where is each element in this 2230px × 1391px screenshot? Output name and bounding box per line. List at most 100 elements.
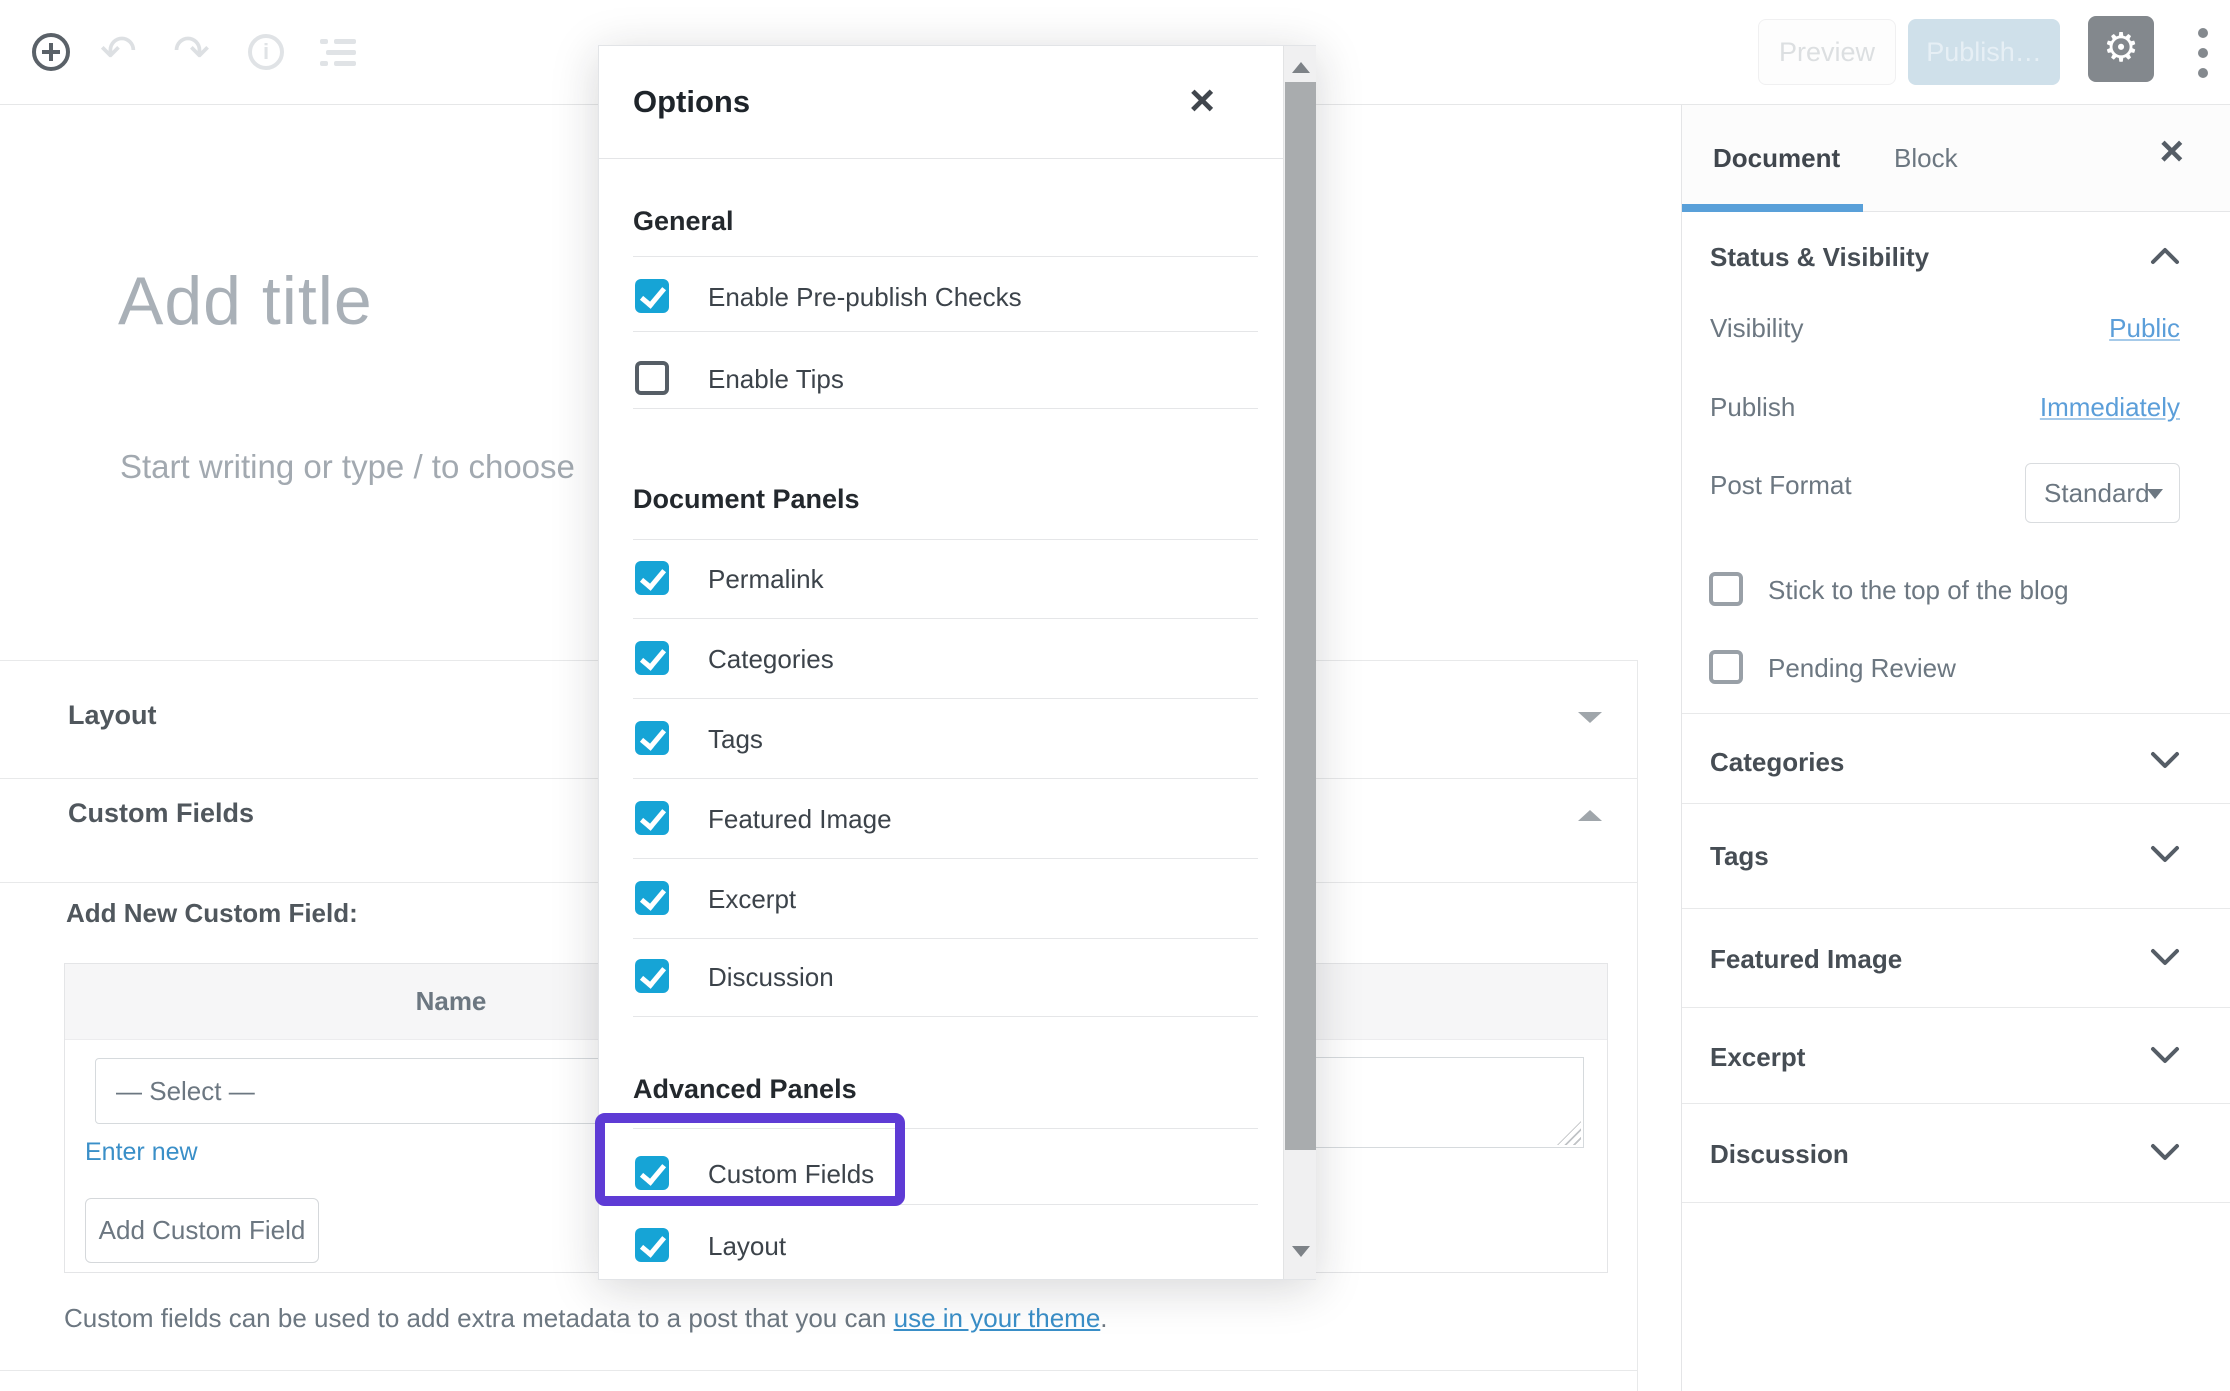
add-block-icon[interactable] (32, 33, 70, 71)
custom-fields-highlight-box (595, 1113, 905, 1206)
divider (0, 1370, 1637, 1371)
sidebar-tabs: Document Block × (1682, 105, 2230, 212)
publish-value-link[interactable]: Immediately (2040, 392, 2180, 423)
section-advanced-panels: Advanced Panels (633, 1074, 857, 1104)
section-document-panels: Document Panels (633, 484, 860, 514)
layout-label[interactable]: Layout (708, 1231, 786, 1262)
divider (1637, 660, 1638, 1391)
modal-scrollbar[interactable] (1283, 46, 1316, 1279)
chevron-down-icon[interactable] (2150, 1143, 2180, 1167)
divider (633, 778, 1258, 779)
divider (633, 858, 1258, 859)
enable-prepublish-checkbox[interactable] (635, 279, 669, 313)
panel-excerpt[interactable]: Excerpt (1710, 1042, 1805, 1073)
redo-icon[interactable]: ↷ (173, 24, 210, 80)
tags-label[interactable]: Tags (708, 724, 763, 755)
publish-button[interactable]: Publish… (1908, 19, 2060, 85)
close-modal-icon[interactable]: × (1189, 76, 1215, 126)
add-new-custom-field-label: Add New Custom Field: (66, 898, 358, 928)
divider (1682, 1202, 2230, 1203)
divider (1682, 1103, 2230, 1104)
scrollbar-thumb[interactable] (1285, 82, 1316, 1150)
panel-tags[interactable]: Tags (1710, 841, 1769, 872)
use-in-your-theme-link[interactable]: use in your theme (894, 1303, 1101, 1333)
info-icon[interactable]: i (248, 34, 284, 70)
divider (633, 331, 1258, 332)
tab-block[interactable]: Block (1894, 143, 1958, 174)
post-format-select[interactable]: Standard (2025, 463, 2180, 523)
divider (633, 698, 1258, 699)
divider (633, 256, 1258, 257)
featured-image-checkbox[interactable] (635, 801, 669, 835)
categories-label[interactable]: Categories (708, 644, 834, 675)
metabox-layout-header[interactable]: Layout (68, 700, 157, 731)
modal-title: Options (633, 84, 751, 119)
chevron-up-icon[interactable] (1578, 810, 1602, 821)
preview-button[interactable]: Preview (1758, 19, 1896, 85)
stick-to-top-checkbox[interactable] (1709, 572, 1743, 606)
more-options-icon[interactable] (2198, 28, 2208, 88)
outline-icon[interactable] (320, 38, 356, 68)
post-format-value: Standard (2044, 478, 2150, 508)
divider (1682, 803, 2230, 804)
custom-fields-help-text: Custom fields can be used to add extra m… (64, 1303, 1108, 1334)
chevron-down-icon[interactable] (1578, 712, 1602, 723)
section-general: General (633, 206, 734, 236)
enter-new-link[interactable]: Enter new (85, 1138, 198, 1167)
panel-discussion[interactable]: Discussion (1710, 1139, 1849, 1170)
caret-down-icon (2147, 489, 2163, 499)
help-text-period: . (1100, 1303, 1108, 1333)
categories-checkbox[interactable] (635, 641, 669, 675)
enable-prepublish-label[interactable]: Enable Pre-publish Checks (708, 282, 1022, 313)
stick-to-top-label[interactable]: Stick to the top of the blog (1768, 575, 2069, 606)
post-format-label: Post Format (1710, 470, 1852, 500)
options-modal: Options × General Enable Pre-publish Che… (595, 45, 1316, 1280)
metabox-custom-fields-header[interactable]: Custom Fields (68, 798, 254, 829)
permalink-checkbox[interactable] (635, 561, 669, 595)
panel-featured-image[interactable]: Featured Image (1710, 944, 1902, 975)
excerpt-checkbox[interactable] (635, 881, 669, 915)
divider (599, 158, 1284, 159)
chevron-up-icon[interactable] (2150, 246, 2180, 270)
enable-tips-checkbox[interactable] (635, 361, 669, 395)
tab-document[interactable]: Document (1713, 143, 1840, 174)
permalink-label[interactable]: Permalink (708, 564, 824, 595)
divider (1682, 713, 2230, 714)
panel-categories[interactable]: Categories (1710, 747, 1844, 778)
tags-checkbox[interactable] (635, 721, 669, 755)
chevron-down-icon[interactable] (2150, 845, 2180, 869)
layout-checkbox[interactable] (635, 1228, 669, 1262)
add-custom-field-button[interactable]: Add Custom Field (85, 1198, 319, 1263)
divider (1682, 1007, 2230, 1008)
pending-review-label[interactable]: Pending Review (1768, 653, 1956, 684)
divider (633, 618, 1258, 619)
discussion-label[interactable]: Discussion (708, 962, 834, 993)
chevron-down-icon[interactable] (2150, 948, 2180, 972)
publish-label: Publish (1710, 392, 1796, 422)
scroll-up-icon[interactable] (1292, 62, 1310, 73)
resize-grip-icon[interactable] (1557, 1121, 1581, 1145)
visibility-value-link[interactable]: Public (2109, 313, 2180, 344)
pending-review-checkbox[interactable] (1709, 650, 1743, 684)
close-sidebar-icon[interactable]: × (2159, 127, 2184, 175)
divider (633, 408, 1258, 409)
visibility-label: Visibility (1710, 313, 1804, 343)
scroll-down-icon[interactable] (1292, 1246, 1310, 1257)
divider (633, 938, 1258, 939)
settings-gear-button[interactable]: ⚙ (2088, 16, 2154, 82)
enable-tips-label[interactable]: Enable Tips (708, 364, 844, 395)
active-tab-underline (1682, 204, 1863, 212)
excerpt-label[interactable]: Excerpt (708, 884, 796, 915)
status-visibility-panel-header[interactable]: Status & Visibility (1710, 242, 1929, 273)
chevron-down-icon[interactable] (2150, 1046, 2180, 1070)
post-title-input[interactable]: Add title (118, 262, 373, 340)
divider (633, 1016, 1258, 1017)
divider (633, 539, 1258, 540)
featured-image-label[interactable]: Featured Image (708, 804, 892, 835)
undo-icon[interactable]: ↶ (100, 24, 137, 80)
chevron-down-icon[interactable] (2150, 751, 2180, 775)
settings-sidebar: Document Block × Status & Visibility Vis… (1681, 105, 2230, 1391)
post-body-input[interactable]: Start writing or type / to choose (120, 448, 575, 486)
discussion-checkbox[interactable] (635, 959, 669, 993)
divider (1682, 908, 2230, 909)
